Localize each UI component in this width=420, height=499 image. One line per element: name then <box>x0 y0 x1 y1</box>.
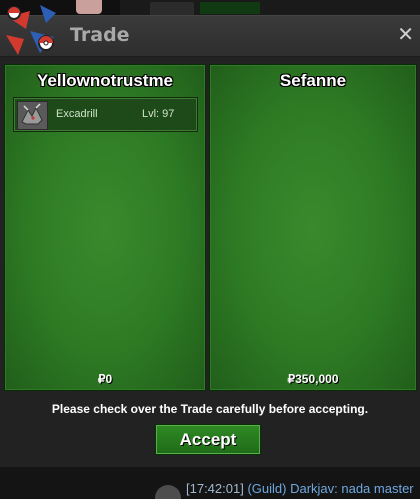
trade-window: Trade ✕ Yellownotrustme Excadrill Lvl: 9… <box>0 5 420 468</box>
trade-notice: Please check over the Trade carefully be… <box>51 402 369 416</box>
right-trade-panel: Sefanne ₽350,000 <box>209 64 417 391</box>
excadrill-sprite-icon <box>17 101 48 130</box>
right-money: ₽350,000 <box>287 372 339 386</box>
left-money: ₽0 <box>97 372 113 386</box>
chat-avatar <box>155 485 181 499</box>
pokeball-logo-icon <box>6 5 56 55</box>
world-tile <box>150 2 194 16</box>
item-name: Excadrill <box>56 108 98 120</box>
trade-title: Trade <box>70 24 130 46</box>
left-trade-panel: Yellownotrustme Excadrill Lvl: 97 ₽0 <box>4 64 206 391</box>
chat-message: [17:42:01] (Guild) Darkjav: nada master <box>186 481 414 496</box>
chat-bar: [17:42:01] (Guild) Darkjav: nada master <box>0 467 420 499</box>
chat-text: (Guild) Darkjav: nada master <box>247 481 414 496</box>
right-trader-name: Sefanne <box>279 71 347 90</box>
accept-button[interactable]: Accept <box>155 424 261 455</box>
item-level: Lvl: 97 <box>142 108 175 120</box>
left-trader-name: Yellownotrustme <box>36 71 174 90</box>
close-icon[interactable]: ✕ <box>397 24 414 44</box>
world-tile <box>200 2 260 14</box>
character-sprite <box>76 0 102 14</box>
trade-item-excadrill[interactable]: Excadrill Lvl: 97 <box>13 97 198 132</box>
trade-titlebar[interactable]: Trade ✕ <box>0 16 420 57</box>
chat-timestamp: [17:42:01] <box>186 481 244 496</box>
